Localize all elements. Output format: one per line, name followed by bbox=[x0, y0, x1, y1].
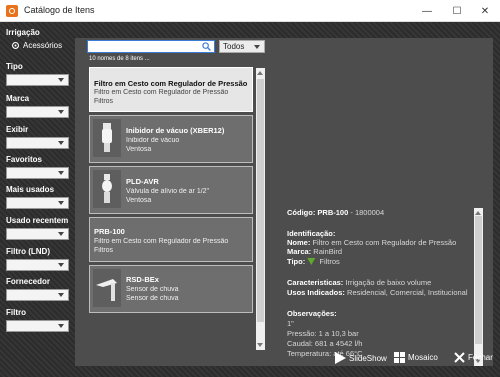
valve-icon bbox=[102, 174, 112, 203]
item-category: Filtros bbox=[94, 247, 114, 254]
filter-type-icon bbox=[307, 258, 316, 265]
filter-label-favoritos: Favoritos bbox=[6, 155, 43, 164]
slideshow-label: SlideShow bbox=[349, 353, 387, 363]
filter-select-favoritos[interactable] bbox=[6, 167, 69, 179]
fechar-button[interactable]: Fechar bbox=[454, 352, 493, 363]
marca-label: Marca: bbox=[287, 247, 312, 256]
item-description: Válvula de alívio de ar 1/2" bbox=[126, 188, 210, 195]
scroll-up-icon[interactable] bbox=[257, 71, 263, 75]
list-item[interactable]: PLD-AVR Válvula de alívio de ar 1/2" Ven… bbox=[89, 166, 253, 214]
item-category: Sensor de chuva bbox=[126, 295, 179, 302]
item-description: Sensor de chuva bbox=[126, 286, 179, 293]
caracteristicas-value: Irrigação de baixo volume bbox=[345, 278, 432, 287]
title-bar: Catálogo de Itens — ☐ ✕ bbox=[0, 0, 500, 22]
radio-label: Acessórios bbox=[23, 41, 63, 50]
filter-label-fornecedor: Fornecedor bbox=[6, 277, 51, 286]
item-thumbnail bbox=[93, 269, 121, 307]
scrollbar-thumb[interactable] bbox=[257, 79, 264, 322]
filter-label-usado-recentemente: Usado recentem bbox=[6, 216, 69, 225]
scroll-up-icon[interactable] bbox=[475, 211, 481, 215]
obs-line: 1" bbox=[287, 319, 294, 328]
filter-label-filtro: Filtro bbox=[6, 308, 26, 317]
app-icon bbox=[6, 5, 18, 17]
minimize-button[interactable]: — bbox=[412, 0, 442, 22]
filter-select-usado-recentemente[interactable] bbox=[6, 228, 69, 240]
maximize-button[interactable]: ☐ bbox=[442, 0, 472, 22]
tipo-value: Filtros bbox=[319, 257, 340, 266]
caracteristicas-label: Caracteristicas: bbox=[287, 278, 344, 287]
main-area: Irrigação Acessórios Tipo Marca Exibir F… bbox=[0, 22, 500, 377]
slideshow-button[interactable]: SlideShow bbox=[335, 352, 387, 364]
close-button[interactable]: ✕ bbox=[470, 0, 500, 22]
close-icon bbox=[454, 352, 465, 363]
search-icon[interactable] bbox=[202, 42, 211, 51]
scrollbar-thumb[interactable] bbox=[475, 216, 482, 344]
filter-select-tipo[interactable] bbox=[6, 74, 69, 86]
tipo-label: Tipo: bbox=[287, 257, 306, 266]
catalog-panel: Todos 10 nomes de 8 itens ... Filtro em … bbox=[75, 38, 493, 366]
list-item[interactable]: Filtro em Cesto com Regulador de Pressão… bbox=[89, 67, 253, 112]
valve-icon bbox=[102, 123, 112, 152]
filter-select-fornecedor[interactable] bbox=[6, 289, 69, 301]
search-input[interactable] bbox=[87, 40, 215, 53]
play-icon bbox=[335, 352, 346, 364]
item-description: Filtro em Cesto com Regulador de Pressão bbox=[94, 89, 229, 96]
usos-value: Residencial, Comercial, Institucional bbox=[347, 288, 468, 297]
identificacao-heading: Identificação: bbox=[287, 229, 336, 238]
item-description: Inibidor de vácuo bbox=[126, 137, 180, 144]
fechar-label: Fechar bbox=[468, 353, 493, 362]
radio-acessorios[interactable]: Acessórios bbox=[12, 41, 62, 50]
codigo-value: PRB-100 bbox=[317, 208, 349, 217]
grid-icon bbox=[394, 352, 405, 363]
obs-line: Caudal: 681 a 4542 l/h bbox=[287, 339, 363, 348]
item-thumbnail bbox=[93, 170, 121, 208]
item-category: Ventosa bbox=[126, 197, 152, 204]
observacoes-heading: Observações: bbox=[287, 309, 337, 318]
scroll-down-icon[interactable] bbox=[257, 343, 263, 347]
codigo-label: Código: bbox=[287, 208, 316, 217]
mosaico-label: Mosaico bbox=[408, 353, 438, 362]
window-title: Catálogo de Itens bbox=[24, 5, 95, 15]
nome-value: Filtro em Cesto com Regulador de Pressão bbox=[312, 238, 457, 247]
filter-select-marca[interactable] bbox=[6, 106, 69, 118]
codigo-extra: - 1800004 bbox=[350, 208, 385, 217]
sensor-icon bbox=[96, 279, 117, 301]
filter-select-exibir[interactable] bbox=[6, 137, 69, 149]
filter-label-lnd: Filtro (LND) bbox=[6, 247, 50, 256]
item-category: Ventosa bbox=[126, 146, 152, 153]
item-details: Código: PRB-100 - 1800004 Identificação:… bbox=[287, 208, 483, 366]
irrigacao-label: Irrigação bbox=[6, 28, 40, 37]
marca-value: RainBird bbox=[313, 247, 343, 256]
filter-select-lnd[interactable] bbox=[6, 259, 69, 271]
filter-select-mais-usados[interactable] bbox=[6, 197, 69, 209]
usos-label: Usos Indicados: bbox=[287, 288, 345, 297]
item-title: RSD-BEx bbox=[126, 275, 159, 284]
item-category: Filtros bbox=[94, 98, 114, 105]
filter-label-marca: Marca bbox=[6, 94, 30, 103]
obs-line: Pressão: 1 a 10,3 bar bbox=[287, 329, 359, 338]
item-description: Filtro em Cesto com Regulador de Pressão bbox=[94, 238, 229, 245]
filter-label-exibir: Exibir bbox=[6, 125, 29, 134]
list-item[interactable]: PRB-100 Filtro em Cesto com Regulador de… bbox=[89, 217, 253, 262]
item-thumbnail bbox=[93, 119, 121, 157]
nome-label: Nome: bbox=[287, 238, 311, 247]
details-scrollbar[interactable] bbox=[474, 208, 483, 366]
scope-select[interactable]: Todos bbox=[219, 40, 265, 53]
filter-label-mais-usados: Mais usados bbox=[6, 185, 55, 194]
filter-label-tipo: Tipo bbox=[6, 62, 23, 71]
list-item[interactable]: RSD-BEx Sensor de chuva Sensor de chuva bbox=[89, 265, 253, 313]
radio-icon bbox=[12, 42, 19, 49]
item-list-scrollbar[interactable] bbox=[256, 68, 265, 350]
mosaico-button[interactable]: Mosaico bbox=[394, 352, 438, 363]
list-item[interactable]: Inibidor de vácuo (XBER12) Inibidor de v… bbox=[89, 115, 253, 163]
item-title: PLD-AVR bbox=[126, 177, 159, 186]
item-title: PRB-100 bbox=[94, 227, 125, 236]
filter-select-filtro[interactable] bbox=[6, 320, 69, 332]
item-title: Filtro em Cesto com Regulador de Pressão bbox=[94, 79, 248, 88]
item-title: Inibidor de vácuo (XBER12) bbox=[126, 126, 225, 135]
result-count: 10 nomes de 8 itens ... bbox=[89, 56, 150, 62]
